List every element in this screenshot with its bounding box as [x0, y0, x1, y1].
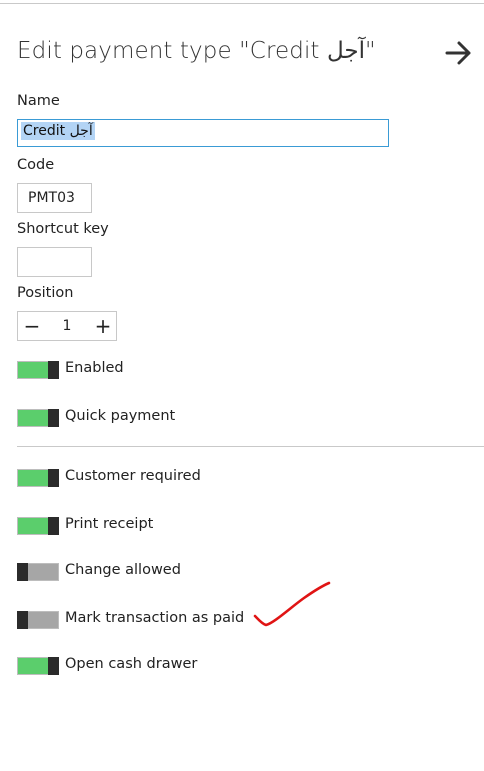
customer-required-toggle[interactable] — [17, 469, 59, 487]
toggle-knob — [48, 361, 59, 379]
change-allowed-label: Change allowed — [65, 562, 181, 578]
arrow-right-icon[interactable] — [445, 40, 473, 66]
name-input-value: Credit آجل — [21, 122, 95, 140]
page-title: Edit payment type "Credit آجل" — [17, 38, 376, 64]
red-checkmark-annotation — [253, 581, 331, 627]
code-input[interactable]: PMT03 — [17, 183, 92, 213]
open-cash-drawer-toggle[interactable] — [17, 657, 59, 675]
toggle-knob — [48, 469, 59, 487]
section-divider — [17, 446, 484, 447]
name-input[interactable]: Credit آجل — [17, 119, 389, 147]
toggle-knob — [17, 563, 28, 581]
position-stepper: − 1 + — [17, 311, 117, 341]
increment-button[interactable]: + — [92, 313, 114, 339]
print-receipt-toggle[interactable] — [17, 517, 59, 535]
shortcut-key-input[interactable] — [17, 247, 92, 277]
open-cash-drawer-label: Open cash drawer — [65, 656, 198, 672]
position-label: Position — [17, 285, 74, 301]
customer-required-label: Customer required — [65, 468, 201, 484]
quick-payment-label: Quick payment — [65, 408, 176, 424]
mark-paid-toggle[interactable] — [17, 611, 59, 629]
print-receipt-label: Print receipt — [65, 516, 154, 532]
toggle-knob — [48, 657, 59, 675]
enabled-toggle[interactable] — [17, 361, 59, 379]
change-allowed-toggle[interactable] — [17, 563, 59, 581]
code-label: Code — [17, 157, 55, 173]
decrement-button[interactable]: − — [21, 313, 43, 339]
toggle-knob — [17, 611, 28, 629]
position-value[interactable]: 1 — [54, 313, 80, 339]
top-border — [0, 3, 484, 4]
name-label: Name — [17, 93, 60, 109]
toggle-knob — [48, 517, 59, 535]
mark-paid-label: Mark transaction as paid — [65, 610, 245, 626]
toggle-knob — [48, 409, 59, 427]
shortcut-key-label: Shortcut key — [17, 221, 109, 237]
enabled-label: Enabled — [65, 360, 124, 376]
quick-payment-toggle[interactable] — [17, 409, 59, 427]
